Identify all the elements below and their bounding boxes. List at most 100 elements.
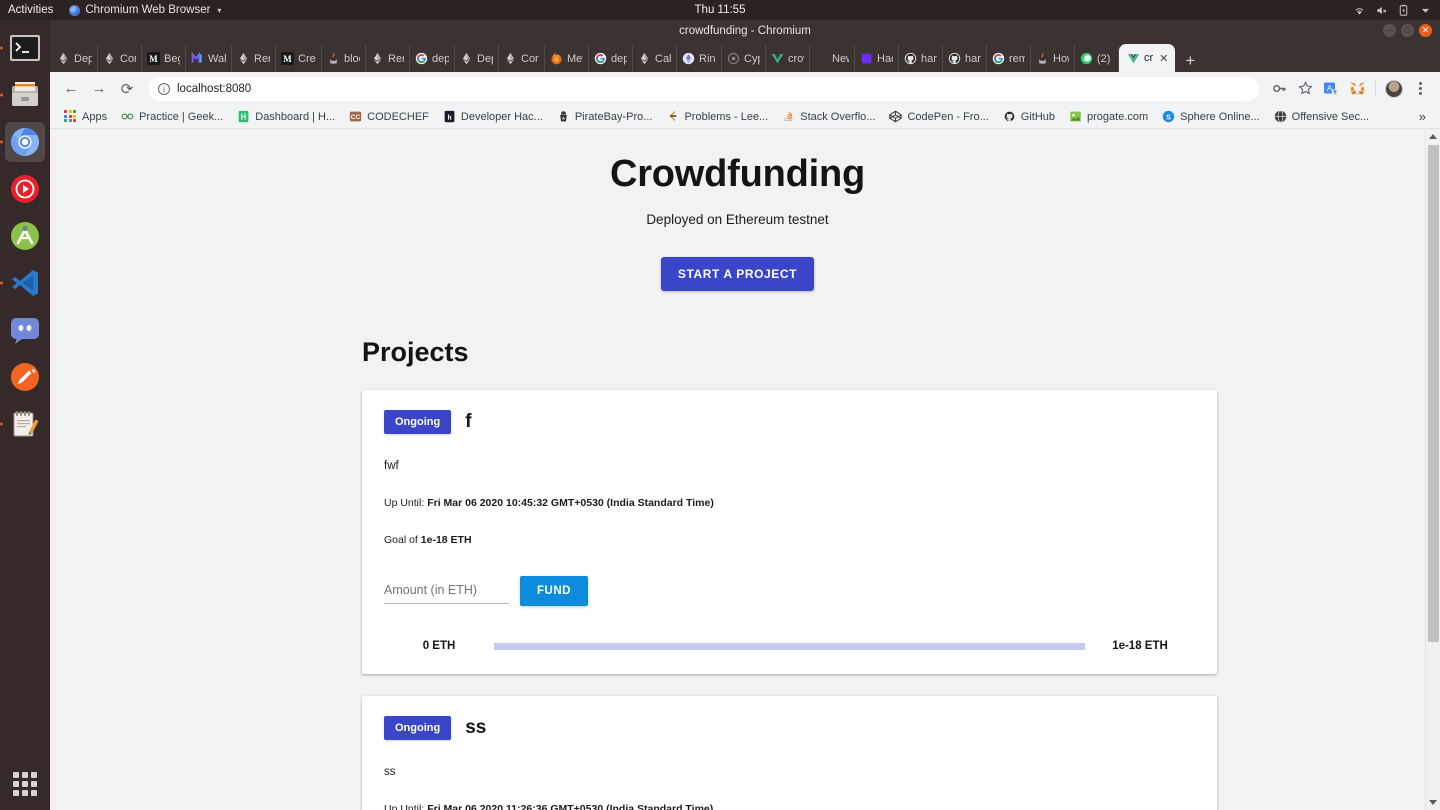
metamask-m-favicon-icon [191,51,204,65]
scroll-up-arrow-icon[interactable] [1429,134,1437,139]
hackerearth-favicon-icon [237,110,250,123]
bookmark-item[interactable]: Offensive Sec... [1268,108,1375,125]
chromium-icon [11,128,39,156]
bookmark-item[interactable]: Practice | Geek... [115,108,229,125]
start-a-project-button[interactable]: START A PROJECT [660,257,815,291]
fund-button[interactable]: FUND [520,576,588,606]
bookmark-item[interactable]: GitHub [997,108,1061,125]
bookmark-item[interactable]: Problems - Lee... [660,108,774,125]
close-icon[interactable]: ✕ [1159,52,1168,65]
browser-tab[interactable]: bloc [322,45,366,72]
forward-button[interactable]: → [86,76,112,102]
apps-dot [13,781,19,787]
scrollbar-thumb[interactable] [1428,145,1439,642]
browser-tab[interactable]: depl [410,45,455,72]
svg-text:A: A [1327,84,1333,93]
ethereum-favicon-icon [638,52,651,65]
system-tray[interactable] [1353,0,1432,20]
bookmark-item[interactable]: S Sphere Online... [1156,108,1266,125]
browser-tab[interactable]: Rink [677,45,722,72]
bookmarks-overflow-button[interactable]: » [1419,109,1432,124]
back-button[interactable]: ← [58,76,84,102]
dock-item-discord[interactable] [5,310,45,350]
browser-tab[interactable]: Con [98,45,142,72]
activities-button[interactable]: Activities [0,4,63,16]
dock-item-terminal[interactable] [0,28,45,68]
bookmark-item[interactable]: Stack Overflo... [776,108,881,125]
star-icon[interactable] [1293,77,1317,101]
chrome-menu-icon[interactable] [1408,77,1432,101]
browser-toolbar: ← → ⟳ i localhost:8080 A [50,72,1440,105]
browser-tab[interactable]: Rem [366,45,410,72]
metamask-extension-icon[interactable] [1345,77,1369,101]
address-bar[interactable]: i localhost:8080 [148,76,1259,101]
browser-tab[interactable]: Cyp [722,45,766,72]
key-icon[interactable] [1267,77,1291,101]
tab-label: Dep [477,52,493,65]
browser-tab[interactable]: Dep [455,45,499,72]
browser-tab[interactable]: M Beg [142,45,186,72]
browser-tab[interactable]: crow [766,45,810,72]
avatar[interactable] [1382,77,1406,101]
reload-button[interactable]: ⟳ [114,76,140,102]
minimize-button[interactable]: — [1383,24,1396,37]
dock-item-chromium[interactable] [0,122,45,162]
browser-tab[interactable]: New Tab [810,45,855,72]
bookmark-item[interactable]: Apps [58,108,113,125]
browser-tab[interactable]: Met [545,45,589,72]
dock-item-vscode[interactable] [0,263,45,303]
page-scrollbar[interactable] [1425,129,1440,810]
apps-dot [22,772,28,778]
bookmark-item[interactable]: CC CODECHEF [343,108,435,125]
bookmark-item[interactable]: CodePen - Fro... [883,108,994,125]
amount-input[interactable] [384,578,509,604]
bookmark-label: Apps [82,110,108,123]
toolbar-divider [1375,80,1376,97]
browser-tab-active[interactable]: cr ✕ [1119,44,1176,72]
apps-dot [31,790,37,796]
chromium-icon [69,4,81,16]
project-list: Ongoing f fwf Up Until: Fri Mar 06 2020 … [50,390,1425,810]
translate-extension-icon[interactable]: A [1319,77,1343,101]
goal-label: Goal of [384,534,418,546]
ethereum-favicon-icon [371,52,384,65]
browser-tab[interactable]: M Crea [276,45,322,72]
deadline-label: Up Until: [384,497,425,509]
dock-item-files[interactable] [0,75,45,115]
dock-item-media-player[interactable] [5,169,45,209]
project-deadline: Up Until: Fri Mar 06 2020 10:45:32 GMT+0… [384,497,1195,509]
paint-tool-icon [11,363,39,391]
browser-tab[interactable]: Calli [633,45,677,72]
browser-tab[interactable]: How [1031,45,1075,72]
maximize-button[interactable]: □ [1401,24,1414,37]
browser-tab[interactable]: (2) W [1075,45,1119,72]
browser-tab[interactable]: Con [499,45,545,72]
show-applications-button[interactable] [11,770,39,798]
dock-item-android-studio[interactable] [5,216,45,256]
browser-tab[interactable]: Hack [855,45,899,72]
browser-tab[interactable]: hars [899,45,943,72]
close-button[interactable]: ✕ [1419,24,1432,37]
ubuntu-dock [0,20,50,810]
bookmark-item[interactable]: PirateBay-Pro... [551,108,659,125]
status-badge: Ongoing [384,716,452,740]
deadline-label: Up Until: [384,803,425,810]
dock-item-notes[interactable] [0,404,45,444]
bookmark-item[interactable]: h Developer Hac... [437,108,549,125]
site-info-icon[interactable]: i [158,82,170,95]
browser-tab[interactable]: Dep [52,45,98,72]
scroll-down-arrow-icon[interactable] [1429,800,1437,805]
browser-tab[interactable]: Rem [232,45,276,72]
bookmark-item[interactable]: progate.com [1063,108,1154,125]
browser-tab[interactable]: rem [987,45,1031,72]
browser-tab[interactable]: depl [589,45,633,72]
project-description: ss [384,766,396,778]
dock-item-gimp-paint[interactable] [5,357,45,397]
spoj-favicon-icon: S [1162,110,1175,123]
github-favicon-icon [948,52,961,65]
app-menu-chromium[interactable]: Chromium Web Browser ▾ [63,4,227,16]
new-tab-button[interactable]: + [1175,52,1205,72]
bookmark-item[interactable]: Dashboard | H... [231,108,341,125]
browser-tab[interactable]: hars [943,45,987,72]
browser-tab[interactable]: Wall [186,45,232,72]
